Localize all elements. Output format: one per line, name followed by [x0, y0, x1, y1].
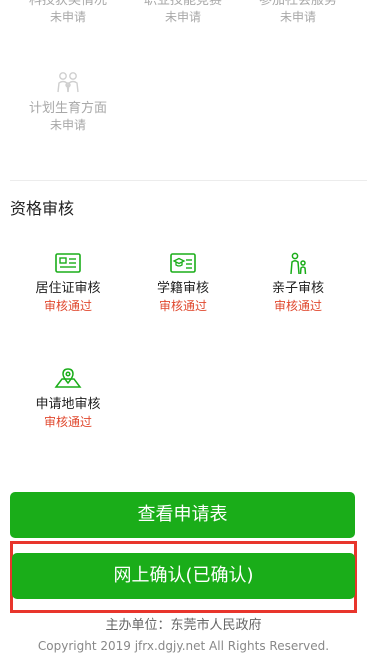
application-item-social-service[interactable]: 参加社会服务 未申请 [240, 0, 356, 25]
id-card-icon [55, 253, 81, 273]
map-pin-icon [54, 368, 82, 388]
application-item-label: 计划生育方面 [28, 101, 107, 116]
qualification-item-status: 审核通过 [43, 299, 92, 313]
qualification-item-label: 申请地审核 [35, 397, 101, 412]
application-item-status: 未申请 [164, 10, 201, 24]
qualification-item-application-location[interactable]: 申请地审核 审核通过 [10, 366, 126, 430]
qualification-item-label: 亲子审核 [271, 281, 324, 296]
qualification-item-status: 审核通过 [273, 299, 322, 313]
qualification-item-status: 审核通过 [43, 415, 92, 429]
footer-organizer: 主办单位：东莞市人民政府 [105, 618, 262, 633]
section-title-qualification: 资格审核 [10, 199, 75, 218]
qualification-item-label: 学籍审核 [156, 281, 209, 296]
application-item-label: 职业技能竞赛 [143, 0, 222, 8]
qualification-item-residence-permit[interactable]: 居住证审核 审核通过 [10, 252, 126, 314]
qualification-item-status: 审核通过 [158, 299, 207, 313]
application-item-label: 科技获奖情况 [28, 0, 107, 8]
family-icon [57, 72, 79, 93]
section-divider [10, 180, 367, 181]
qualification-item-parent-child[interactable]: 亲子审核 审核通过 [240, 252, 356, 314]
view-application-form-button[interactable]: 查看申请表 [10, 492, 355, 538]
parent-child-icon [290, 252, 307, 275]
qualification-item-student-status[interactable]: 学籍审核 审核通过 [125, 252, 241, 314]
application-item-status: 未申请 [49, 10, 86, 24]
application-item-family-planning[interactable]: 计划生育方面 未申请 [10, 70, 126, 133]
application-item-status: 未申请 [279, 10, 316, 24]
application-item-skill-competition[interactable]: 职业技能竞赛 未申请 [125, 0, 241, 25]
application-item-tech-award[interactable]: 科技获奖情况 未申请 [10, 0, 126, 25]
online-confirm-button[interactable]: 网上确认(已确认) [12, 553, 355, 599]
application-item-status: 未申请 [49, 118, 86, 132]
application-grid: 科技获奖情况 未申请 职业技能竞赛 未申请 参加社会服务 未申请 计划生育方面 … [0, 0, 367, 180]
footer-copyright: Copyright 2019 jfrx.dgjy.net All Rights … [37, 639, 330, 653]
application-item-label: 参加社会服务 [258, 0, 337, 8]
student-card-icon [170, 253, 196, 273]
qualification-item-label: 居住证审核 [35, 281, 101, 296]
